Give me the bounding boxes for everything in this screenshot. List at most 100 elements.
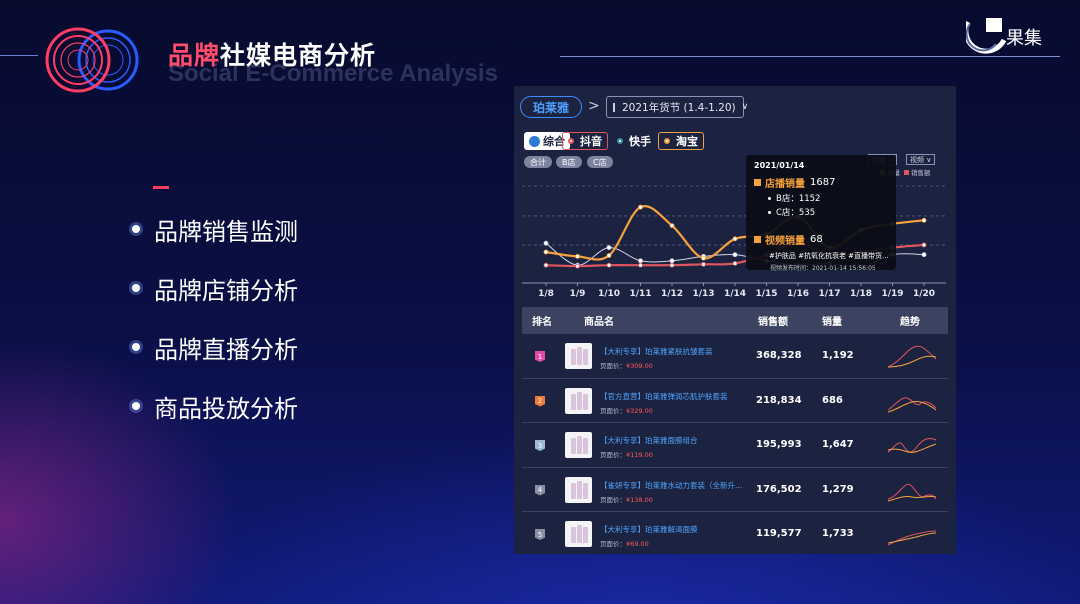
bullet-icon [132,284,140,292]
product-thumbnail [565,343,592,369]
price-value: ¥309.00 [626,362,653,370]
data-point [606,253,612,258]
table-header: 排名 商品名 销售额 销量 趋势 [522,307,948,333]
data-point [732,236,738,242]
data-point [921,217,927,223]
product-thumbnail [565,387,592,414]
x-tick-label: 1/11 [629,289,651,299]
menu-item-label: 品牌直播分析 [154,335,298,364]
product-price: 页面价：¥69.00 [600,538,649,548]
sales-value: 218,834 [756,394,802,406]
header-sales: 销售额 [758,317,788,328]
tooltip-c-store-text: C店：535 [776,208,816,218]
page-title-main: 社媒电商分析 [220,41,377,70]
product-name-link[interactable]: 【雀妍专享】珀莱雅水动力套装（全新升... [600,480,742,491]
page-title-accent: 品牌 [168,41,221,70]
qty-value: 1,733 [822,528,854,539]
data-point [921,242,927,248]
sales-value: 176,502 [756,483,802,495]
data-point [921,252,927,258]
data-point [732,261,738,266]
data-point [638,258,643,264]
x-tick-label: 1/17 [818,289,840,299]
tooltip-b-store-text: B店：1152 [776,194,821,204]
chart-select-label: 视频 [910,155,924,164]
x-tick-label: 1/8 [538,289,554,299]
rank-badge: 1 [535,351,545,362]
breadcrumb-separator: > [588,98,600,114]
table-row[interactable]: 5 【大利专享】珀莱雅解渴面膜 页面价：¥69.00 119,577 1,733 [522,511,948,554]
bullet-icon [768,210,771,214]
trend-sparkline [887,530,937,546]
table-row[interactable]: 1 【大利专享】珀莱雅紧肤抗皱套装 页面价：¥309.00 368,328 1,192 [522,333,948,377]
legend-swatch [904,169,909,175]
tooltip-date: 2021/01/14 [754,161,805,170]
table-row[interactable]: 2 【官方直营】珀莱雅弹润芯肌护肤套装 页面价：¥329.00 218,834 686 [522,377,948,422]
product-thumbnail [565,521,592,547]
tooltip-swatch [754,236,761,243]
chart-select-video[interactable]: 视频 ∨ [906,154,936,165]
price-label: 页面价： [600,362,626,370]
x-tick-label: 1/16 [787,289,809,299]
tooltip-store-value: 1687 [810,177,836,188]
bullet-icon [132,402,140,410]
table-row[interactable]: 4 【雀妍专享】珀莱雅水动力套装（全新升... 页面价：¥138.00 176,502… [522,466,948,511]
rank-badge: 3 [535,440,545,451]
sparkline-red [887,437,937,453]
menu-item-product-placement[interactable]: 商品投放分析 [132,389,298,423]
date-range-select[interactable]: 2021年货节 (1.4-1.20) ∨ [606,96,748,118]
product-price: 页面价：¥329.00 [600,405,653,415]
price-label: 页面价： [600,540,626,548]
dashboard-panel: 珀莱雅 > 2021年货节 (1.4-1.20) ∨ 综合 抖音 快手 淘宝 合… [514,86,956,554]
data-point [543,240,549,246]
menu-item-live-analysis[interactable]: 品牌直播分析 [132,330,298,364]
data-point [669,223,675,228]
trend-sparkline [887,437,937,453]
tooltip-video-label: 视频销量 [765,236,805,247]
x-tick-label: 1/14 [724,289,746,299]
product-name-link[interactable]: 【大利专享】珀莱雅解渴面膜 [600,524,698,535]
tooltip-video-row: 视频销量 68 [754,232,888,247]
data-point [638,262,643,268]
sparkline-orange [887,355,937,368]
sales-value: 195,993 [756,439,802,450]
menu-item-sales-monitoring[interactable]: 品牌销售监测 [132,212,298,246]
data-point [543,262,549,268]
page-title: 品牌社媒电商分析 [168,36,376,72]
header-divider-right [560,56,1060,57]
product-name-link[interactable]: 【大利专享】珀莱雅面膜组合 [600,435,698,446]
header-divider-left [0,55,38,56]
series-dot-icon [664,138,670,144]
tooltip-tags: #护肤品 #抗氧化抗衰老 #直播带货... [754,251,889,261]
data-point [606,262,612,268]
x-tick-label: 1/18 [850,289,872,299]
product-name-link[interactable]: 【大利专享】珀莱雅紧肤抗皱套装 [600,346,713,357]
rank-badge: 2 [535,395,545,407]
tooltip-b-store: B店：1152 [754,192,888,204]
header-trend: 趋势 [900,317,920,328]
bullet-icon [768,196,771,200]
price-label: 页面价： [600,451,626,459]
brand-selector[interactable]: 珀莱雅 [520,96,582,118]
data-point [606,245,612,250]
price-label: 页面价： [600,495,626,504]
chart-tooltip: 2021/01/14 店播销量 1687 B店：1152 C店：535 视频销量 6… [746,155,896,272]
trend-sparkline [887,483,937,501]
sparkline-orange [887,495,937,501]
trend-sparkline [887,345,937,368]
concentric-rings-icon [45,27,139,93]
tooltip-publish-time: 视频发布时间：2021-01-14 15:56:05 [770,265,876,272]
product-thumbnail [565,432,592,458]
tooltip-tags-text: #护肤品 #抗氧化抗衰老 #直播带货... [769,252,889,260]
x-tick-label: 1/9 [570,289,586,299]
menu-item-store-analysis[interactable]: 品牌店铺分析 [132,271,298,305]
table-row[interactable]: 3 【大利专享】珀莱雅面膜组合 页面价：¥119.00 195,993 1,647 [522,422,948,466]
sparkline-red [887,396,937,410]
tooltip-store-row: 店播销量 1687 [754,175,888,190]
product-name-link[interactable]: 【官方直营】珀莱雅弹润芯肌护肤套装 [600,391,728,402]
x-tick-label: 1/10 [598,289,620,299]
chevron-down-icon: ∨ [741,102,749,112]
price-value: ¥69.00 [626,540,649,548]
legend-label: 销售额 [911,169,931,177]
data-point [732,252,738,258]
